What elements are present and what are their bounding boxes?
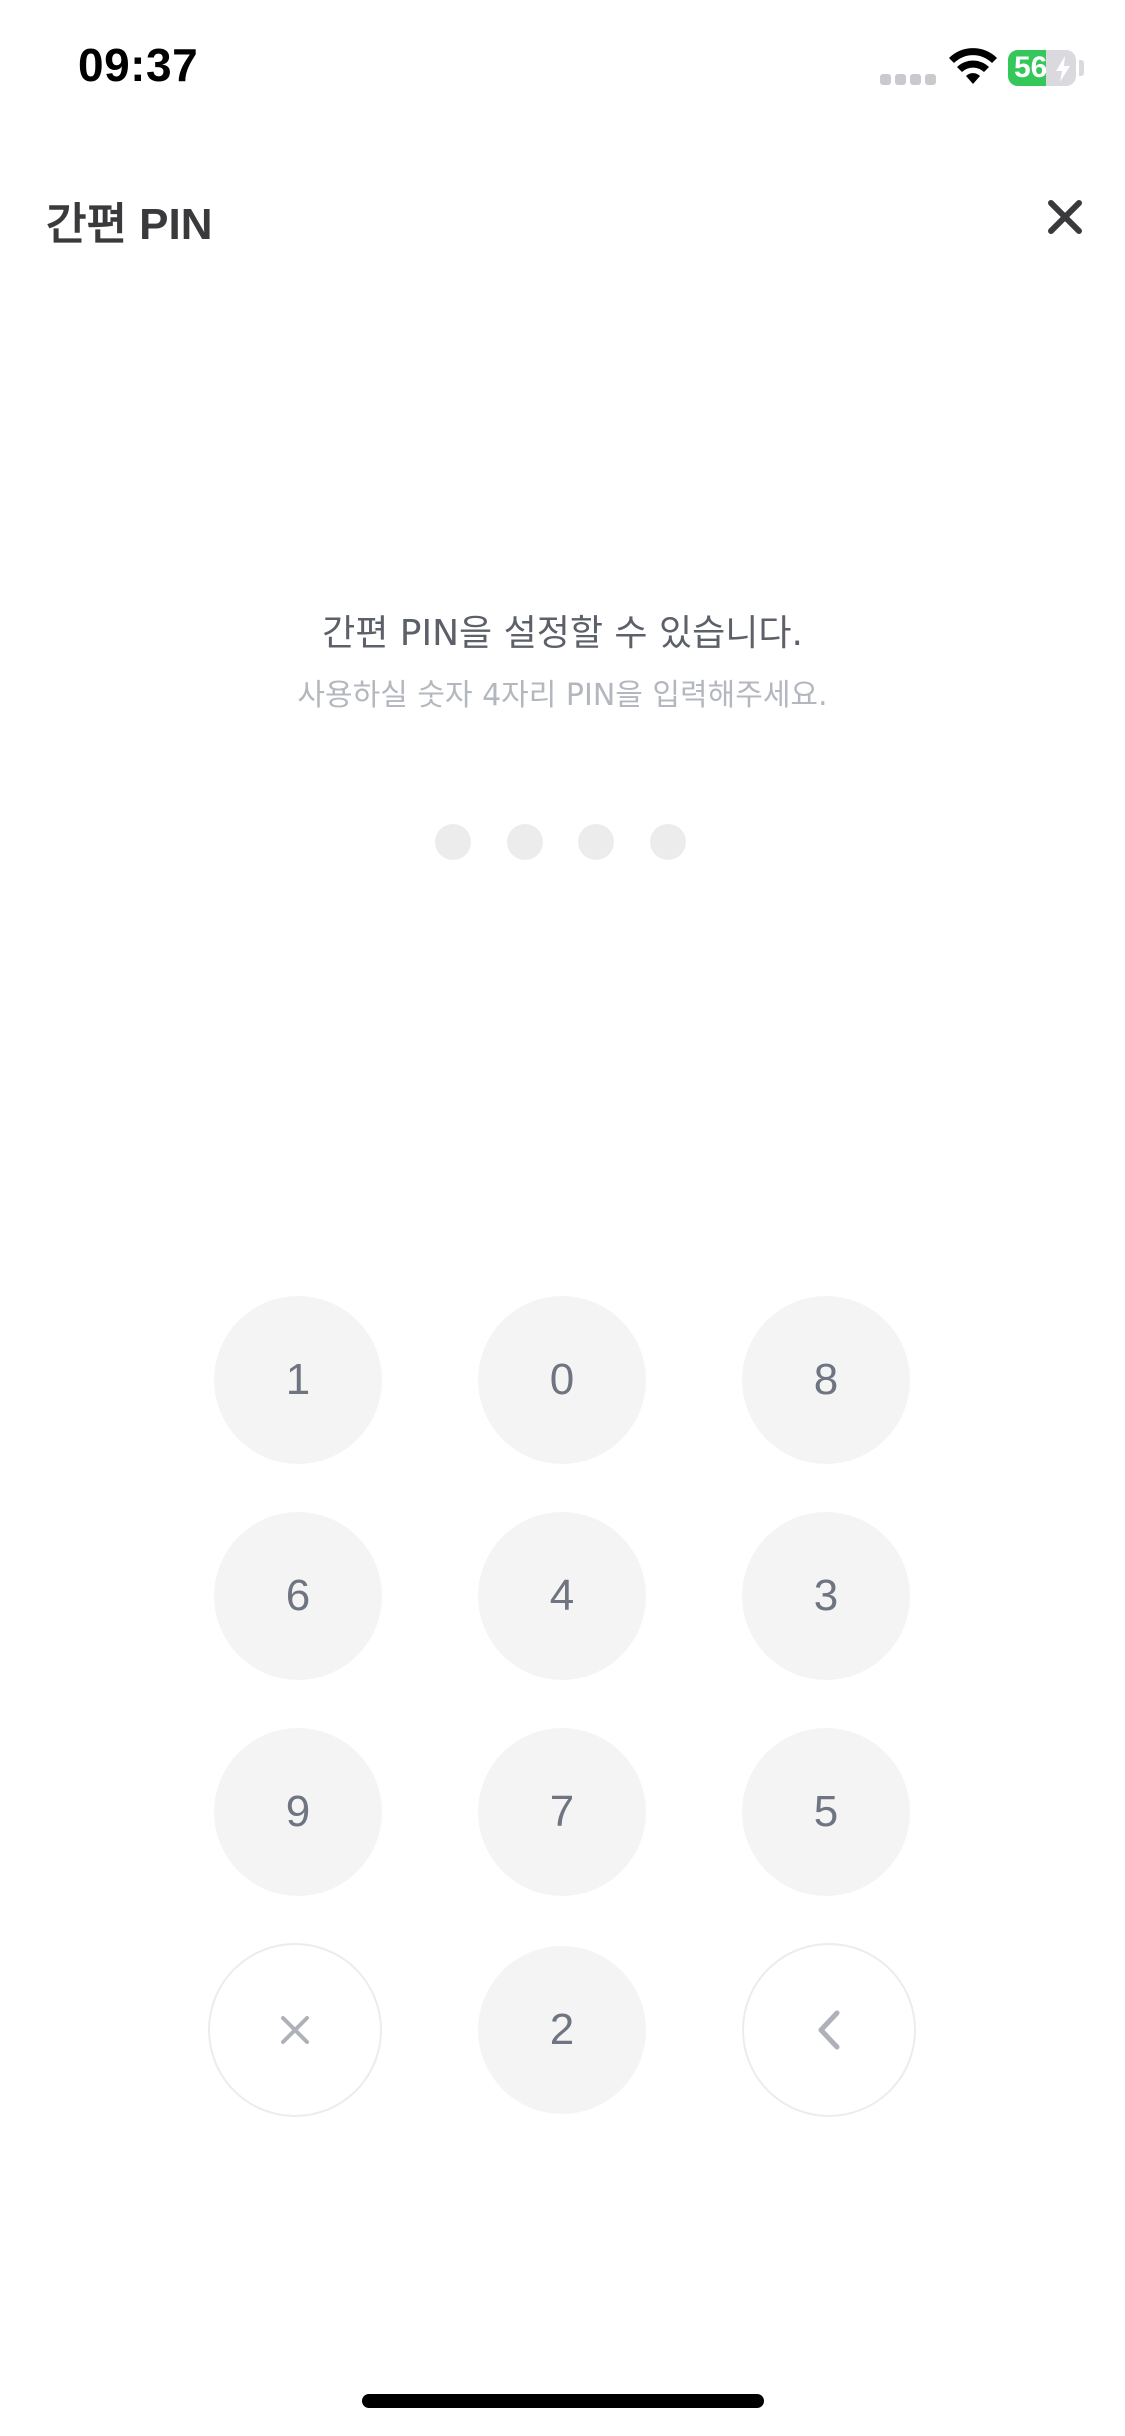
wifi-icon bbox=[949, 48, 997, 84]
status-time: 09:37 bbox=[78, 39, 199, 91]
backspace-button[interactable] bbox=[742, 1943, 916, 2117]
key-8[interactable]: 8 bbox=[742, 1296, 910, 1464]
home-indicator bbox=[362, 2394, 764, 2408]
battery-cap bbox=[1079, 60, 1084, 76]
key-5[interactable]: 5 bbox=[742, 1728, 910, 1896]
clear-x-icon bbox=[281, 2016, 309, 2044]
pin-setup-screen: 09:37 56 간편 PIN 간편 PIN을 설정할 수 있습니다. 사용하실… bbox=[0, 0, 1125, 2436]
key-6[interactable]: 6 bbox=[214, 1512, 382, 1680]
pin-dot bbox=[435, 824, 471, 860]
chevron-left-icon bbox=[818, 2010, 840, 2050]
key-4[interactable]: 4 bbox=[478, 1512, 646, 1680]
pin-dot bbox=[578, 824, 614, 860]
cellular-signal-icon bbox=[880, 74, 936, 86]
key-9[interactable]: 9 bbox=[214, 1728, 382, 1896]
key-0[interactable]: 0 bbox=[478, 1296, 646, 1464]
charging-bolt-icon bbox=[1056, 56, 1070, 82]
pin-instruction: 사용하실 숫자 4자리 PIN을 입력해주세요. bbox=[297, 678, 828, 713]
pin-headline: 간편 PIN을 설정할 수 있습니다. bbox=[322, 613, 803, 654]
pin-dot bbox=[650, 824, 686, 860]
pin-indicator bbox=[0, 824, 1125, 860]
pin-dot bbox=[507, 824, 543, 860]
clear-button[interactable] bbox=[208, 1943, 382, 2117]
key-7[interactable]: 7 bbox=[478, 1728, 646, 1896]
close-icon bbox=[1048, 200, 1082, 234]
key-1[interactable]: 1 bbox=[214, 1296, 382, 1464]
page-title: 간편 PIN bbox=[46, 200, 213, 249]
battery-level-text: 56 bbox=[1014, 51, 1048, 84]
close-button[interactable] bbox=[1042, 194, 1088, 240]
key-2[interactable]: 2 bbox=[478, 1946, 646, 2114]
key-3[interactable]: 3 bbox=[742, 1512, 910, 1680]
battery-icon: 56 bbox=[1008, 50, 1076, 86]
